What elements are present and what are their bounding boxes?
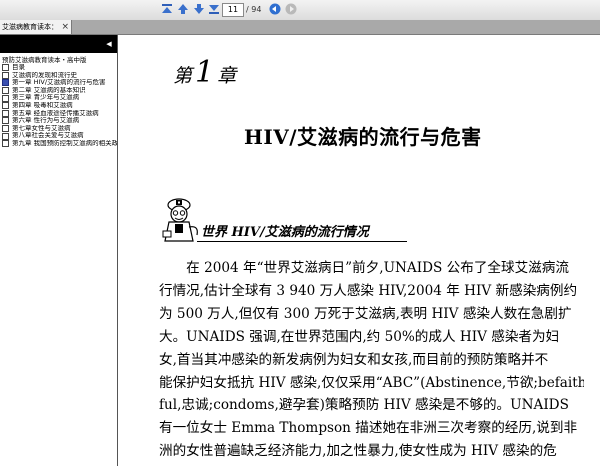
- sidebar-header: ◀: [0, 35, 117, 53]
- body-text-line: 洲的女性普遍缺乏经济能力,加之性暴力,使女性成为 HIV 感染的危: [159, 443, 557, 460]
- toc-item[interactable]: 目录: [0, 64, 117, 72]
- bookmark-icon: [2, 71, 9, 79]
- toc-item-label: 第二章 艾滋病的基本知识: [12, 86, 86, 94]
- toc-item-label: 第七章女性与艾滋病: [12, 124, 71, 132]
- body-text-line: 能保护妇女抵抗 HIV 感染,仅仅采用“ABC”(Abstinence,节欲;b…: [159, 374, 584, 391]
- toc-item-label: 第一章 HIV/艾滋病的流行与危害: [12, 79, 106, 87]
- body-text-line: 女,首当其冲感染的新发病例为妇女和女孩,而目前的预防策略并不: [159, 351, 549, 368]
- bookmarks-sidebar: ◀ 预防艾滋病教育读本・高中版 目录 艾滋病的发现和流行史 第一章 HIV/艾滋病的…: [0, 35, 118, 466]
- table-of-contents: 预防艾滋病教育读本・高中版 目录 艾滋病的发现和流行史 第一章 HIV/艾滋病的流行…: [0, 56, 117, 148]
- last-page-icon[interactable]: [207, 2, 221, 16]
- document-tab-title: 艾滋病教育读本：高...: [2, 23, 58, 31]
- bookmark-icon: [2, 94, 9, 102]
- reader-toolbar: 11 / 94: [0, 0, 600, 21]
- toc-item[interactable]: 第五章 经血液途径传播艾滋病: [0, 110, 117, 118]
- body-text-line: 在 2004 年“世界艾滋病日”前夕,UNAIDS 公布了全球艾滋病流: [159, 260, 569, 276]
- page-number-input[interactable]: 11: [222, 3, 244, 17]
- section-title: 世界 HIV/艾滋病的流行情况: [201, 225, 369, 240]
- bookmark-icon: [2, 102, 9, 110]
- toc-item[interactable]: 第四章 吸毒和艾滋病: [0, 102, 117, 110]
- toc-root-title[interactable]: 预防艾滋病教育读本・高中版: [0, 56, 117, 64]
- doctor-illustration-icon: [159, 195, 203, 243]
- bookmark-icon: [2, 109, 9, 117]
- next-page-icon[interactable]: [192, 2, 206, 16]
- body-text-line: 有一位女士 Emma Thompson 描述她在非洲三次考察的经历,说到非: [159, 420, 578, 437]
- toc-item[interactable]: 第二章 艾滋病的基本知识: [0, 87, 117, 95]
- document-tab[interactable]: 艾滋病教育读本：高... ×: [0, 20, 72, 34]
- document-page: 第 1 章 HIV/艾滋病的流行与危害 世界 HIV/艾滋病的流行情况 在 20…: [119, 35, 600, 466]
- body-text-line: 为 500 万人,但仅有 300 万死于艾滋病,表明 HIV 感染人数在急剧扩: [159, 305, 572, 322]
- body-paragraph: 在 2004 年“世界艾滋病日”前夕,UNAIDS 公布了全球艾滋病流 行情况,估…: [159, 257, 584, 463]
- bookmark-icon: [2, 87, 9, 95]
- tab-strip: 艾滋病教育读本：高... ×: [0, 20, 600, 35]
- toc-item-label: 第四章 吸毒和艾滋病: [12, 101, 73, 109]
- chapter-title: HIV/艾滋病的流行与危害: [244, 125, 482, 149]
- toc-item-label: 第九章 我国预防控制艾滋病的相关政策: [12, 139, 117, 147]
- close-icon[interactable]: ×: [61, 20, 69, 34]
- section-divider: [197, 241, 407, 242]
- bookmark-icon: [2, 125, 9, 133]
- bookmark-icon: [2, 132, 9, 140]
- chapter-number: 1: [195, 55, 215, 90]
- toc-item-label: 第五章 经血液途径传播艾滋病: [12, 109, 99, 117]
- toc-item[interactable]: 第一章 HIV/艾滋病的流行与危害: [0, 79, 117, 87]
- toc-item[interactable]: 第六章 性行为与艾滋病: [0, 117, 117, 125]
- toc-item-label: 第八章社会关爱与艾滋病: [12, 132, 84, 140]
- bookmark-icon: [2, 140, 9, 148]
- bookmark-icon: [2, 117, 9, 125]
- toc-item-label: 第六章 性行为与艾滋病: [12, 117, 80, 125]
- back-icon[interactable]: [268, 2, 282, 16]
- body-text-line: 大。UNAIDS 强调,在世界范围内,约 50%的成人 HIV 感染者为妇: [159, 328, 560, 345]
- chapter-suffix: 章: [217, 65, 237, 87]
- bookmark-icon: [2, 79, 9, 87]
- bookmark-icon: [2, 64, 9, 72]
- forward-icon[interactable]: [284, 2, 298, 16]
- toc-item[interactable]: 第九章 我国预防控制艾滋病的相关政策: [0, 140, 117, 148]
- toc-item[interactable]: 第三章 青少年与艾滋病: [0, 94, 117, 102]
- collapse-arrow-icon[interactable]: ◀: [105, 40, 113, 48]
- toc-item[interactable]: 第七章女性与艾滋病: [0, 125, 117, 133]
- previous-page-icon[interactable]: [176, 2, 190, 16]
- toc-item[interactable]: 艾滋病的发现和流行史: [0, 72, 117, 80]
- toc-item-label: 目录: [12, 64, 25, 71]
- body-text-line: 行情况,估计全球有 3 940 万人感染 HIV,2004 年 HIV 新感染病…: [159, 282, 578, 299]
- body-text-line: ful,忠诚;condoms,避孕套)策略预防 HIV 感染是不够的。UNAID…: [159, 397, 569, 414]
- chapter-heading: 第 1 章: [173, 55, 236, 90]
- toc-item[interactable]: 第八章社会关爱与艾滋病: [0, 132, 117, 140]
- chapter-prefix: 第: [173, 65, 193, 87]
- toc-item-label: 艾滋病的发现和流行史: [12, 71, 77, 79]
- toc-item-label: 第三章 青少年与艾滋病: [12, 94, 80, 102]
- first-page-icon[interactable]: [160, 2, 174, 16]
- page-total-label: / 94: [246, 5, 262, 14]
